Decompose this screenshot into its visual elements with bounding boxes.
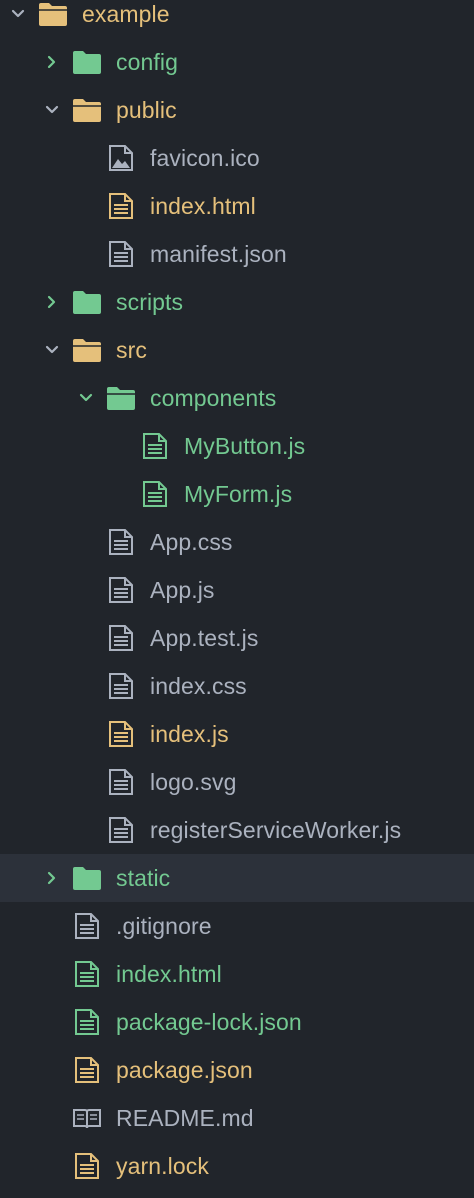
tree-label: src [116,337,147,363]
tree-folder-public[interactable]: public [0,86,474,134]
tree-label: README.md [116,1105,254,1131]
tree-label: MyButton.js [184,433,306,459]
file-text-icon [75,1153,99,1179]
tree-folder-scripts[interactable]: scripts [0,278,474,326]
chevron-right-icon[interactable] [44,54,60,70]
chevron-down-icon[interactable] [44,342,60,358]
file-text-icon [109,817,133,843]
tree-file-index-css[interactable]: index.css [0,662,474,710]
file-text-icon [143,481,167,507]
file-text-icon [75,1009,99,1035]
tree-label: index.js [150,721,229,747]
tree-file-public-index-html[interactable]: index.html [0,182,474,230]
file-text-icon [75,913,99,939]
chevron-down-icon[interactable] [78,390,94,406]
tree-label: yarn.lock [116,1153,209,1179]
tree-label: App.test.js [150,625,259,651]
chevron-right-icon[interactable] [44,870,60,886]
folder-icon [73,291,101,314]
tree-folder-components[interactable]: components [0,374,474,422]
tree-label: package.json [116,1057,253,1083]
tree-file-registerserviceworker-js[interactable]: registerServiceWorker.js [0,806,474,854]
tree-file-favicon-ico[interactable]: favicon.ico [0,134,474,182]
file-text-icon [109,673,133,699]
tree-label: index.html [116,961,222,987]
file-text-icon [143,433,167,459]
folder-icon [107,387,135,410]
file-tree: example config public favicon.ico index.… [0,0,474,1190]
file-text-icon [109,577,133,603]
file-text-icon [109,769,133,795]
tree-label: components [150,385,277,411]
tree-label: App.css [150,529,233,555]
file-text-icon [75,961,99,987]
tree-label: MyForm.js [184,481,293,507]
tree-label: package-lock.json [116,1009,302,1035]
tree-file-package-json[interactable]: package.json [0,1046,474,1094]
tree-label: index.css [150,673,247,699]
tree-file-app-js[interactable]: App.js [0,566,474,614]
tree-file-app-css[interactable]: App.css [0,518,474,566]
tree-file-root-index-html[interactable]: index.html [0,950,474,998]
image-file-icon [109,145,133,171]
tree-label: favicon.ico [150,145,260,171]
tree-label: scripts [116,289,184,315]
chevron-right-icon[interactable] [44,294,60,310]
folder-icon [73,867,101,890]
file-text-icon [109,193,133,219]
tree-file-app-test-js[interactable]: App.test.js [0,614,474,662]
tree-folder-src[interactable]: src [0,326,474,374]
tree-label: .gitignore [116,913,212,939]
tree-file-readme-md[interactable]: README.md [0,1094,474,1142]
tree-file-gitignore[interactable]: .gitignore [0,902,474,950]
tree-file-logo-svg[interactable]: logo.svg [0,758,474,806]
tree-file-package-lock-json[interactable]: package-lock.json [0,998,474,1046]
tree-file-manifest-json[interactable]: manifest.json [0,230,474,278]
file-text-icon [75,1057,99,1083]
tree-label: index.html [150,193,256,219]
tree-label: manifest.json [150,241,287,267]
tree-label: App.js [150,577,215,603]
tree-file-myform-js[interactable]: MyForm.js [0,470,474,518]
folder-icon [73,99,101,122]
tree-file-mybutton-js[interactable]: MyButton.js [0,422,474,470]
tree-label: example [82,1,170,27]
file-text-icon [109,529,133,555]
tree-folder-example[interactable]: example [0,0,474,38]
folder-icon [73,339,101,362]
tree-label: logo.svg [150,769,237,795]
chevron-down-icon[interactable] [44,102,60,118]
tree-label: registerServiceWorker.js [150,817,402,843]
folder-icon [73,51,101,74]
chevron-down-icon[interactable] [10,6,26,22]
tree-folder-static[interactable]: static [0,854,474,902]
file-text-icon [109,241,133,267]
tree-file-index-js[interactable]: index.js [0,710,474,758]
file-text-icon [109,625,133,651]
book-icon [73,1109,101,1129]
tree-label: public [116,97,177,123]
tree-folder-config[interactable]: config [0,38,474,86]
tree-label: static [116,865,171,891]
tree-label: config [116,49,178,75]
file-text-icon [109,721,133,747]
tree-file-yarn-lock[interactable]: yarn.lock [0,1142,474,1190]
folder-icon [39,3,67,26]
